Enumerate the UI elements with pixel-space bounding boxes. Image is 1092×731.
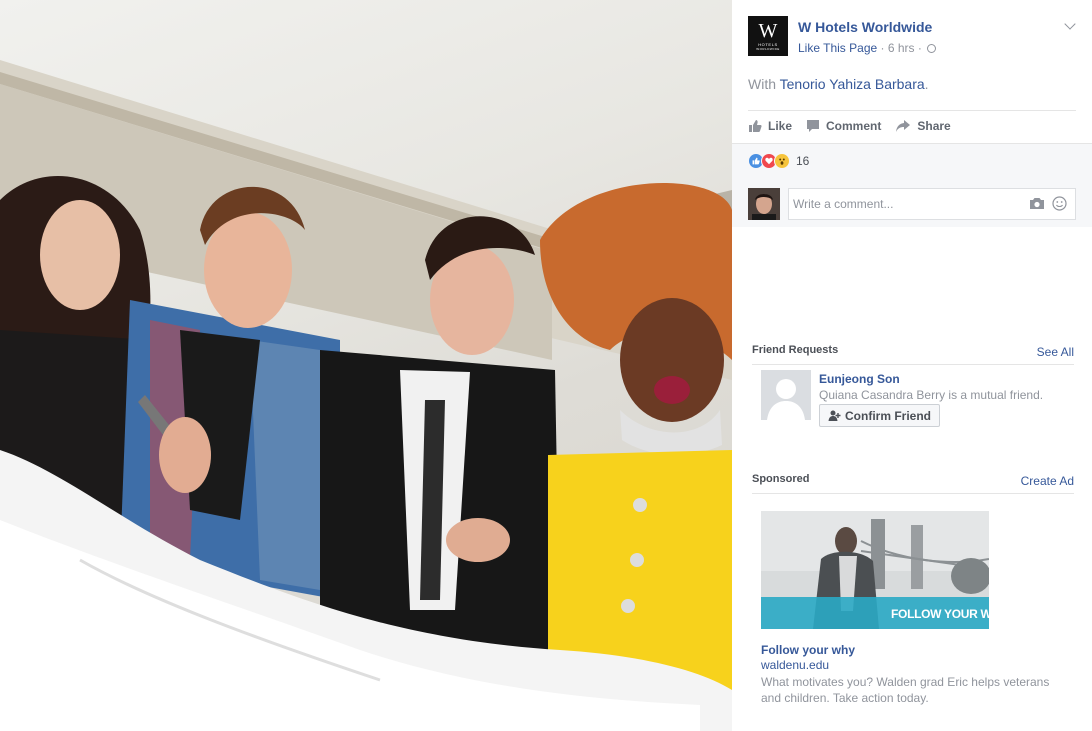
post-header: W HOTELS WORLDWIDE W Hotels Worldwide Li…: [748, 16, 1076, 60]
friend-request-name[interactable]: Eunjeong Son: [819, 372, 900, 386]
post-photo[interactable]: [0, 0, 732, 731]
like-label: Like: [768, 119, 793, 133]
ad-image[interactable]: FOLLOW YOUR WHY.: [761, 511, 989, 629]
post-time[interactable]: 6 hrs: [888, 41, 915, 55]
comment-button[interactable]: Comment: [806, 116, 881, 136]
see-all-link[interactable]: See All: [1037, 345, 1074, 359]
add-friend-icon: [828, 410, 841, 421]
post-meta: Like This Page · 6 hrs ·: [798, 41, 937, 55]
logo-sub2: WORLDWIDE: [756, 46, 780, 51]
ad-domain: waldenu.edu: [761, 658, 830, 672]
user-avatar[interactable]: [748, 188, 780, 220]
confirm-friend-label: Confirm Friend: [845, 408, 931, 423]
photo-illustration: [0, 60, 732, 731]
friend-requests-title: Friend Requests: [752, 344, 839, 356]
page-name-link[interactable]: W Hotels Worldwide: [798, 19, 932, 35]
friend-request-avatar[interactable]: [761, 370, 811, 420]
post-side-panel: W HOTELS WORLDWIDE W Hotels Worldwide Li…: [732, 0, 1092, 731]
meta-separator: ·: [877, 41, 888, 55]
smiley-icon[interactable]: [1052, 196, 1067, 214]
like-page-link[interactable]: Like This Page: [798, 41, 877, 55]
with-prefix: With: [748, 76, 780, 92]
globe-icon: [927, 44, 937, 53]
share-label: Share: [917, 119, 951, 133]
share-icon: [895, 119, 911, 133]
chevron-down-icon[interactable]: [1064, 18, 1076, 30]
ad-title-link[interactable]: Follow your why: [761, 643, 855, 657]
create-ad-link[interactable]: Create Ad: [1021, 474, 1074, 488]
with-suffix: .: [924, 76, 929, 92]
post-caption: With Tenorio Yahiza Barbara.: [748, 76, 929, 92]
reaction-count: 16: [796, 154, 810, 168]
ad-overlay-text: FOLLOW YOUR WHY.: [891, 607, 989, 621]
divider: [748, 110, 1076, 111]
section-divider-2: [752, 493, 1074, 494]
like-button[interactable]: Like: [748, 116, 792, 136]
reactions-summary[interactable]: 16: [748, 153, 809, 169]
comment-label: Comment: [826, 119, 882, 133]
tagged-person-link[interactable]: Tenorio Yahiza Barbara: [780, 76, 925, 92]
thumbs-up-icon: [748, 119, 762, 133]
page-avatar[interactable]: W HOTELS WORLDWIDE: [748, 16, 788, 56]
wow-reaction-icon: [774, 153, 790, 169]
comment-icon: [806, 119, 820, 133]
sponsored-title: Sponsored: [752, 473, 810, 485]
meta-separator-2: ·: [914, 41, 926, 55]
section-divider: [752, 364, 1074, 365]
mutual-friend-text: Quiana Casandra Berry is a mutual friend…: [819, 388, 1044, 402]
ad-description: What motivates you? Walden grad Eric hel…: [761, 675, 1050, 705]
post-actions: Like Comment Share: [748, 116, 965, 136]
camera-icon[interactable]: [1029, 197, 1045, 213]
share-button[interactable]: Share: [895, 116, 951, 136]
logo-letter: W: [758, 19, 778, 42]
feedback-area: 16: [732, 143, 1092, 227]
confirm-friend-button[interactable]: Confirm Friend: [819, 404, 940, 427]
